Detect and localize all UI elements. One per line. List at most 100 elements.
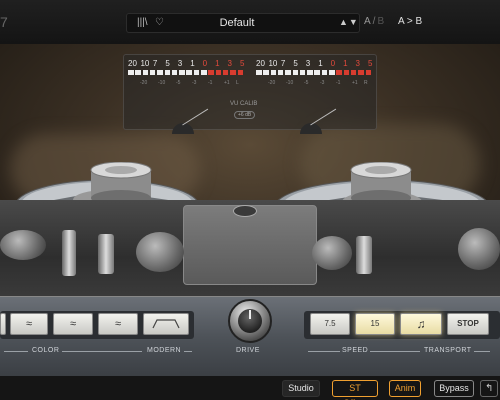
preset-name[interactable]: Default	[187, 17, 287, 29]
tape-guide-left	[62, 230, 76, 276]
speed-section-label: SPEED	[342, 347, 369, 354]
tape-machine-scene: 20 10 7 5 3 1 0 1 3 5 -20 -10 -5 -3 -1 +1 L 20 10 7 5 3 1 0…	[0, 44, 500, 296]
studio-button[interactable]: Studio	[282, 380, 320, 397]
color-section-label: COLOR	[32, 347, 60, 354]
section-line	[474, 351, 490, 352]
color-button-partial[interactable]	[0, 313, 6, 335]
vu-scale-tick: 20	[128, 59, 137, 68]
vu-segment	[135, 70, 141, 75]
vu-scale-tick: 3	[355, 59, 360, 68]
brand-logo-icon	[233, 205, 257, 217]
vu-segment	[179, 70, 185, 75]
section-line	[62, 351, 142, 352]
vu-segment	[263, 70, 269, 75]
vu-calib-label: VU CALIB	[230, 101, 258, 107]
control-panel: ≈ ≈ ≈ COLOR MODERN DRIVE 7.5 15 ♫ STOP S…	[0, 296, 500, 376]
vu-scale-tick: 1	[318, 59, 323, 68]
capstan-roller-left	[136, 232, 184, 272]
vu-small-scale: -20 -10 -5 -3 -1 +1 R	[268, 80, 368, 86]
modern-curve-icon	[152, 319, 180, 329]
vu-segment	[256, 70, 262, 75]
vu-segment	[164, 70, 170, 75]
vu-needle-right	[310, 108, 337, 126]
vu-segment	[237, 70, 243, 75]
color-button-1[interactable]: ≈	[10, 313, 48, 335]
vu-scale-tick: 5	[368, 59, 373, 68]
vu-segment	[193, 70, 200, 75]
vu-segment	[157, 70, 163, 75]
color-button-2[interactable]: ≈	[53, 313, 93, 335]
anim-button[interactable]: Anim	[389, 380, 421, 397]
vu-needle-left	[182, 108, 209, 126]
right-roller	[458, 228, 500, 270]
vu-scale-tick: 3	[227, 59, 232, 68]
transport-stop-button[interactable]: STOP	[447, 313, 489, 335]
vu-segment	[336, 70, 342, 75]
tape-head-block	[183, 205, 317, 285]
vu-meter-left: 20 10 7 5 3 1 0 1 3 5 -20 -10 -5 -3 -1 +1 L	[128, 59, 246, 99]
section-line	[308, 351, 340, 352]
plugin-header: 7 |||\ ♡ Default ▲▼ A / B A > B	[0, 0, 500, 44]
vu-scale-tick: 0	[330, 59, 336, 68]
vu-segment	[277, 70, 284, 75]
undo-icon[interactable]: ↰	[480, 380, 498, 397]
vu-segment	[142, 70, 149, 75]
vu-side-label-left: L	[236, 80, 239, 86]
ab-copy-button[interactable]: A > B	[398, 16, 422, 27]
vu-segment	[149, 70, 156, 75]
tape-guide	[98, 234, 114, 274]
color-button-3[interactable]: ≈	[98, 313, 138, 335]
preset-selector[interactable]: |||\ ♡ Default ▲▼	[126, 13, 360, 33]
vu-segment	[230, 70, 236, 75]
vu-segment	[201, 70, 207, 75]
vu-segment	[321, 70, 328, 75]
vu-segment	[343, 70, 350, 75]
vu-segment	[365, 70, 371, 75]
vu-scale-tick: 1	[215, 59, 220, 68]
vu-segment	[307, 70, 313, 75]
vu-scale-tick: 0	[202, 59, 208, 68]
vu-segment	[299, 70, 306, 75]
vu-scale: 20 10 7 5 3 1 0 1 3 5	[128, 59, 246, 69]
vu-segments	[256, 70, 374, 75]
ab-a-label[interactable]: A	[364, 16, 371, 27]
vu-segment	[208, 70, 214, 75]
vu-segment	[128, 70, 134, 75]
speed-15-button[interactable]: 15	[355, 313, 395, 335]
library-icon[interactable]: |||\	[137, 17, 148, 28]
vu-segment	[350, 70, 357, 75]
modern-button[interactable]	[143, 313, 189, 335]
vu-scale-tick: 3	[305, 59, 311, 68]
vu-segment	[314, 70, 320, 75]
vu-scale-tick: 5	[165, 59, 170, 68]
vu-scale-tick: 20	[256, 59, 265, 68]
ab-separator: /	[372, 16, 376, 27]
vu-scale-tick: 5	[240, 59, 245, 68]
vu-scale-tick: 1	[190, 59, 195, 68]
transport-section-label: TRANSPORT	[424, 347, 472, 354]
vu-scale-tick: 3	[177, 59, 183, 68]
vu-calib-value[interactable]: +6 dB	[234, 111, 256, 119]
vu-segment	[329, 70, 335, 75]
capstan-roller-right	[312, 236, 352, 270]
ab-b-label[interactable]: B	[377, 16, 384, 27]
vu-scale-tick: 10	[140, 59, 150, 68]
vu-segment	[215, 70, 222, 75]
vu-segment	[285, 70, 291, 75]
vu-scale-tick: 1	[343, 59, 348, 68]
ab-toggle[interactable]: A / B	[364, 16, 384, 27]
vu-scale-tick: 10	[268, 59, 278, 68]
transport-play-button[interactable]: ♫	[400, 313, 442, 335]
vu-segment	[292, 70, 298, 75]
tape-guide-right	[356, 236, 372, 274]
preset-prev-next-arrows[interactable]: ▲▼	[339, 17, 359, 27]
speed-7-5-button[interactable]: 7.5	[310, 313, 350, 335]
bypass-button[interactable]: Bypass	[434, 380, 474, 397]
st-offset-button[interactable]: ST Offset	[332, 380, 378, 400]
modern-section-label: MODERN	[147, 347, 182, 354]
heart-icon[interactable]: ♡	[155, 17, 164, 28]
vu-small-scale: -20 -10 -5 -3 -1 +1 L	[140, 80, 239, 86]
vu-segment	[186, 70, 192, 75]
vu-scale-tick: 7	[280, 59, 286, 68]
vu-scale: 20 10 7 5 3 1 0 1 3 5	[256, 59, 374, 69]
